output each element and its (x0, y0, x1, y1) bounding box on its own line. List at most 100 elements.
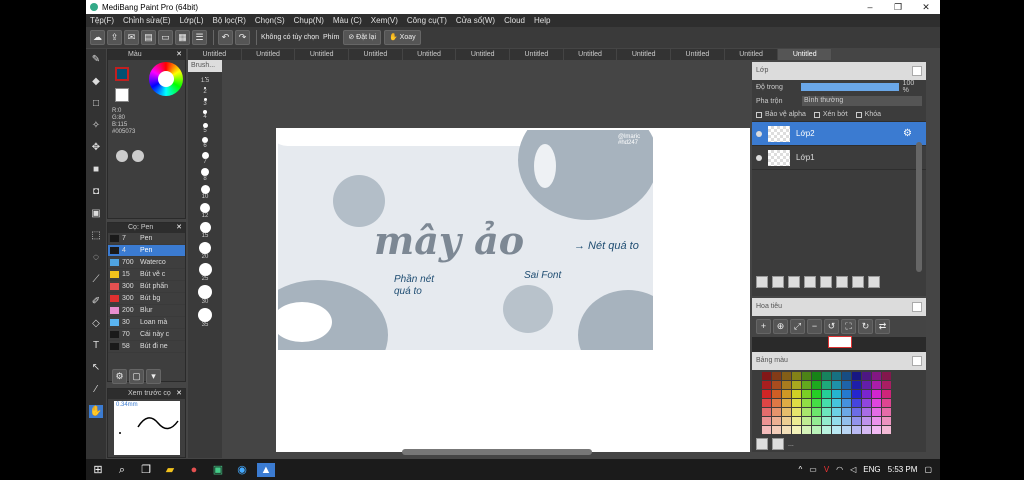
brush-item[interactable]: 4 Pen (108, 245, 185, 257)
visibility-icon[interactable] (756, 130, 762, 137)
palette-swatch[interactable] (812, 426, 821, 434)
palette-swatch[interactable] (882, 390, 891, 398)
menu-file[interactable]: Tệp(F) (90, 16, 114, 25)
hand-icon[interactable]: ✋ (89, 405, 103, 418)
size-option[interactable]: 25 (188, 263, 222, 282)
palette-swatch[interactable] (822, 417, 831, 425)
brush-item[interactable]: 700 Waterco (108, 257, 185, 269)
palette-swatch[interactable] (802, 426, 811, 434)
protect-alpha-checkbox[interactable] (756, 111, 762, 118)
panel-menu-icon[interactable] (912, 66, 922, 76)
brush-item[interactable]: 30 Loan mà (108, 317, 185, 329)
move-icon[interactable]: ✥ (89, 141, 103, 154)
size-option[interactable]: 8 (188, 168, 222, 182)
doc-tab[interactable]: Untitled (510, 49, 564, 60)
palette-swatch[interactable] (842, 390, 851, 398)
palette-swatch[interactable] (782, 417, 791, 425)
brush-settings-icon[interactable]: ⚙ (112, 369, 127, 384)
palette-swatch[interactable] (762, 372, 771, 380)
palette-swatch[interactable] (862, 372, 871, 380)
palette-swatch[interactable] (782, 390, 791, 398)
doc-tab[interactable]: Untitled (456, 49, 511, 60)
blend-select[interactable]: Bình thường (802, 96, 922, 106)
palette-swatch[interactable] (852, 399, 861, 407)
palette-swatch[interactable] (852, 381, 861, 389)
palette-swatch[interactable] (832, 408, 841, 416)
palette-swatch[interactable] (872, 372, 881, 380)
palette-swatch[interactable] (862, 426, 871, 434)
palette-swatch[interactable] (772, 417, 781, 425)
doc-tab[interactable]: Untitled (617, 49, 672, 60)
palette-swatch[interactable] (782, 399, 791, 407)
wand-icon[interactable]: ⟋ (89, 273, 103, 286)
palette-swatch[interactable] (792, 426, 801, 434)
fill-rect-icon[interactable]: ■ (89, 163, 103, 176)
new-layer-icon[interactable] (756, 276, 768, 288)
palette-swatch[interactable] (862, 417, 871, 425)
chat-icon[interactable]: ▤ (141, 30, 156, 45)
maximize-button[interactable]: ❐ (884, 2, 912, 13)
size-option[interactable]: 12 (188, 203, 222, 219)
palette-swatch[interactable] (772, 426, 781, 434)
palette-swatch[interactable] (802, 390, 811, 398)
palette-swatch[interactable] (772, 399, 781, 407)
palette-swatch[interactable] (802, 399, 811, 407)
gradient-icon[interactable]: ▣ (89, 207, 103, 220)
palette-swatch[interactable] (812, 381, 821, 389)
doc-tab[interactable]: Untitled (242, 49, 296, 60)
opacity-slider[interactable] (800, 83, 899, 91)
palette-swatch[interactable] (792, 390, 801, 398)
menu-window[interactable]: Cửa sổ(W) (456, 16, 495, 25)
doc-tab[interactable]: Untitled (403, 49, 457, 60)
panel-menu-icon[interactable] (912, 302, 922, 312)
task-view-icon[interactable]: ❐ (137, 463, 155, 477)
palette-swatch[interactable] (832, 390, 841, 398)
size-option[interactable]: 3 (188, 98, 222, 107)
volume-icon[interactable]: ◁ (850, 465, 856, 474)
palette-swatch[interactable] (762, 426, 771, 434)
pen-icon[interactable]: ✎ (89, 53, 103, 66)
palette-swatch[interactable] (772, 408, 781, 416)
palette-swatch[interactable] (862, 390, 871, 398)
layer-scrollbar[interactable] (916, 142, 922, 272)
palette-swatch[interactable] (882, 408, 891, 416)
eyedropper-icon[interactable]: ⁄ (89, 383, 103, 396)
palette-swatch[interactable] (762, 408, 771, 416)
doc-tab[interactable]: Untitled (295, 49, 350, 60)
brush-item[interactable]: 70 Cái này c (108, 329, 185, 341)
close-icon[interactable]: ✕ (176, 223, 182, 233)
palette-swatch[interactable] (762, 399, 771, 407)
palette-swatch[interactable] (872, 417, 881, 425)
brush-add-icon[interactable]: ▢ (129, 369, 144, 384)
select-icon[interactable]: ⬚ (89, 229, 103, 242)
palette-swatch[interactable] (822, 390, 831, 398)
palette-swatch[interactable] (882, 381, 891, 389)
merge-icon[interactable] (852, 276, 864, 288)
duplicate-icon[interactable] (836, 276, 848, 288)
brush-menu-icon[interactable]: ▾ (146, 369, 161, 384)
palette-swatch[interactable] (862, 408, 871, 416)
palette-swatch[interactable] (782, 372, 791, 380)
palette-swatch[interactable] (832, 399, 841, 407)
palette-swatch[interactable] (792, 417, 801, 425)
doc-tab-active[interactable]: Untitled (778, 49, 833, 60)
palette-swatch[interactable] (872, 408, 881, 416)
zoom-in-icon[interactable]: + (756, 319, 771, 334)
menu-filter[interactable]: Bộ lọc(R) (213, 16, 246, 25)
size-option[interactable]: 4 (188, 110, 222, 120)
doc-tab[interactable]: Untitled (349, 49, 403, 60)
clipping-checkbox[interactable] (813, 111, 820, 118)
palette-swatch[interactable] (822, 399, 831, 407)
palette-swatch[interactable] (792, 372, 801, 380)
palette-swatch[interactable] (842, 372, 851, 380)
brush-item[interactable]: 300 Bút bg (108, 293, 185, 305)
size-option[interactable]: 20 (188, 242, 222, 260)
battery-icon[interactable]: ▭ (809, 465, 817, 474)
menu-select[interactable]: Chọn(S) (255, 16, 285, 25)
palette-swatch[interactable] (882, 426, 891, 434)
language-indicator[interactable]: ENG (863, 465, 880, 474)
doc-tab[interactable]: Untitled (671, 49, 725, 60)
cloud-icon[interactable]: ☁ (90, 30, 105, 45)
palette-swatch[interactable] (782, 426, 791, 434)
size-option[interactable]: 2 (188, 87, 222, 95)
